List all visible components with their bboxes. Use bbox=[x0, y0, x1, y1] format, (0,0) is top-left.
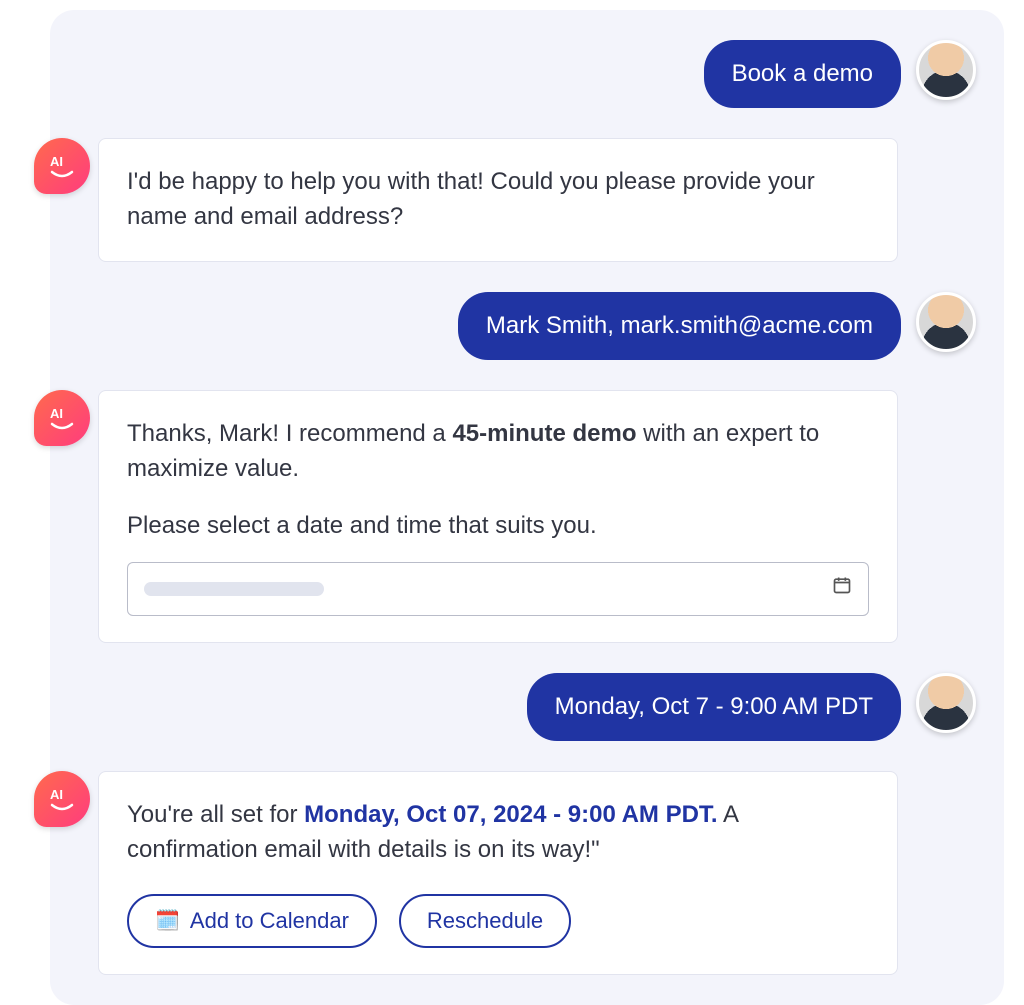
user-message-bubble: Book a demo bbox=[704, 40, 901, 108]
user-message-bubble: Monday, Oct 7 - 9:00 AM PDT bbox=[527, 673, 901, 741]
svg-text:AI: AI bbox=[50, 154, 63, 169]
ai-message-text: Thanks, Mark! I recommend a 45-minute de… bbox=[127, 417, 869, 487]
ai-message-card: Thanks, Mark! I recommend a 45-minute de… bbox=[98, 390, 898, 642]
calendar-emoji-icon: 🗓️ bbox=[155, 908, 180, 933]
ai-message-text: You're all set for Monday, Oct 07, 2024 … bbox=[127, 798, 869, 868]
ai-message-text: I'd be happy to help you with that! Coul… bbox=[127, 165, 869, 235]
action-button-row: 🗓️ Add to Calendar Reschedule bbox=[127, 894, 869, 948]
ai-logo-icon: AI bbox=[46, 150, 78, 182]
calendar-icon[interactable] bbox=[832, 571, 852, 606]
chat-row-user: Book a demo bbox=[62, 40, 976, 108]
svg-text:AI: AI bbox=[50, 406, 63, 421]
add-to-calendar-button[interactable]: 🗓️ Add to Calendar bbox=[127, 894, 377, 948]
ai-logo-icon: AI bbox=[46, 402, 78, 434]
chat-row-ai: AI Thanks, Mark! I recommend a 45-minute… bbox=[62, 390, 976, 642]
chat-container: Book a demo AI I'd be happy to help you … bbox=[50, 10, 1004, 1005]
svg-text:AI: AI bbox=[50, 787, 63, 802]
ai-avatar: AI bbox=[34, 390, 90, 446]
ai-message-card: I'd be happy to help you with that! Coul… bbox=[98, 138, 898, 262]
chat-row-user: Monday, Oct 7 - 9:00 AM PDT bbox=[62, 673, 976, 741]
ai-text-part: You're all set for bbox=[127, 801, 304, 828]
user-message-text: Monday, Oct 7 - 9:00 AM PDT bbox=[555, 693, 873, 720]
ai-avatar: AI bbox=[34, 771, 90, 827]
button-label: Reschedule bbox=[427, 908, 543, 934]
ai-text-strong: Monday, Oct 07, 2024 - 9:00 AM PDT. bbox=[304, 801, 717, 828]
ai-text-strong: 45-minute demo bbox=[452, 420, 636, 447]
ai-avatar: AI bbox=[34, 138, 90, 194]
user-avatar bbox=[916, 40, 976, 100]
ai-message-card: You're all set for Monday, Oct 07, 2024 … bbox=[98, 771, 898, 975]
user-avatar bbox=[916, 292, 976, 352]
date-picker-input[interactable] bbox=[127, 562, 869, 616]
ai-text-part: Thanks, Mark! I recommend a bbox=[127, 420, 452, 447]
user-message-text: Mark Smith, mark.smith@acme.com bbox=[486, 312, 873, 339]
chat-row-ai: AI I'd be happy to help you with that! C… bbox=[62, 138, 976, 262]
user-avatar bbox=[916, 673, 976, 733]
user-message-bubble: Mark Smith, mark.smith@acme.com bbox=[458, 292, 901, 360]
ai-logo-icon: AI bbox=[46, 783, 78, 815]
date-placeholder-skeleton bbox=[144, 582, 324, 596]
chat-row-ai: AI You're all set for Monday, Oct 07, 20… bbox=[62, 771, 976, 975]
ai-message-text: Please select a date and time that suits… bbox=[127, 509, 869, 544]
user-message-text: Book a demo bbox=[732, 60, 873, 87]
button-label: Add to Calendar bbox=[190, 908, 349, 934]
chat-row-user: Mark Smith, mark.smith@acme.com bbox=[62, 292, 976, 360]
reschedule-button[interactable]: Reschedule bbox=[399, 894, 571, 948]
